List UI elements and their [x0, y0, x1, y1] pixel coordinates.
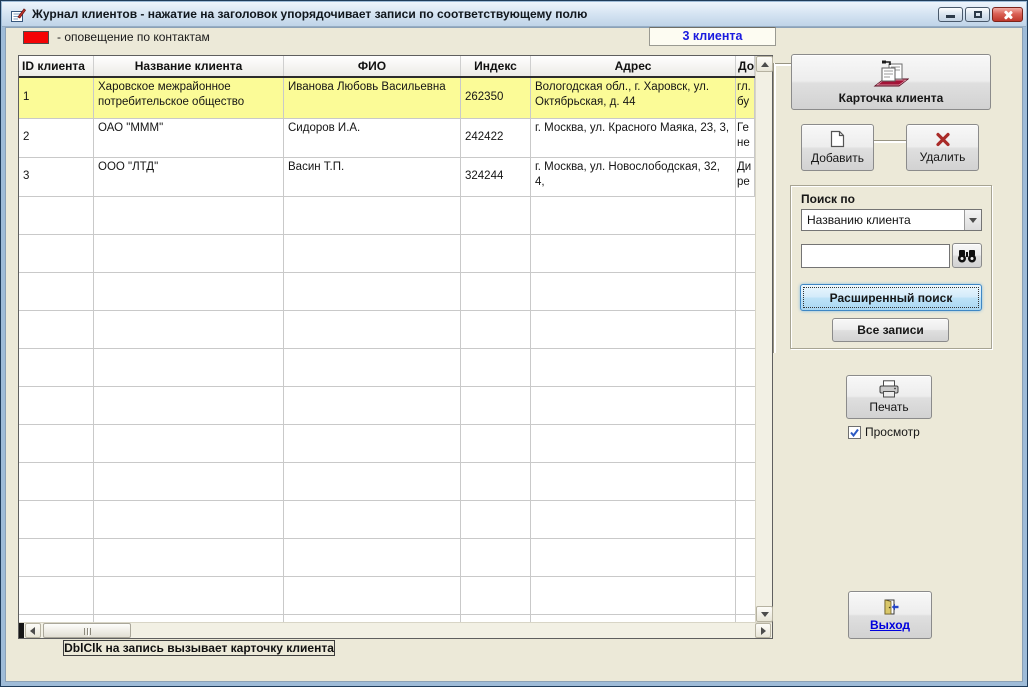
cell-address[interactable]: Вологодская обл., г. Харовск, ул. Октябр…	[531, 78, 736, 118]
door-exit-icon	[881, 598, 900, 616]
close-button[interactable]	[992, 7, 1023, 22]
table-row[interactable]: 2 ОАО "МММ" Сидоров И.А. 242422 г. Москв…	[19, 119, 755, 158]
cell-fio[interactable]: Сидоров И.А.	[284, 119, 461, 157]
minimize-button[interactable]	[938, 7, 963, 22]
grid-indicator-notch	[19, 623, 24, 638]
scroll-right-button[interactable]	[755, 623, 771, 638]
search-by-label: Поиск по	[801, 192, 855, 206]
clients-table: ID клиента Название клиента ФИО Индекс А…	[18, 55, 773, 639]
cell-fio[interactable]: Васин Т.П.	[284, 158, 461, 196]
cell-name[interactable]: ООО "ЛТД"	[94, 158, 284, 196]
card-file-icon	[873, 59, 909, 89]
cell-address[interactable]: г. Москва, ул. Новослободская, 32, 4,	[531, 158, 736, 196]
arrow-left-icon	[30, 627, 35, 635]
cell-position[interactable]: гл. бу	[736, 78, 755, 118]
vertical-scrollbar[interactable]	[755, 56, 772, 622]
preview-checkbox[interactable]	[848, 426, 861, 439]
cell-address[interactable]: г. Москва, ул. Красного Маяка, 23, 3,	[531, 119, 736, 157]
scroll-down-button[interactable]	[756, 606, 773, 622]
cell-position[interactable]: Ге не	[736, 119, 755, 157]
cell-index[interactable]: 242422	[461, 119, 531, 157]
cell-id[interactable]: 2	[19, 119, 94, 157]
client-count-badge: 3 клиента	[649, 27, 776, 46]
contact-alert-label: - оповещение по контактам	[57, 30, 210, 44]
column-header-fio[interactable]: ФИО	[284, 56, 461, 76]
dblclick-hint: DblClk на запись вызывает карточку клиен…	[63, 640, 335, 656]
all-records-label: Все записи	[857, 323, 924, 337]
printer-icon	[878, 380, 900, 398]
minimize-icon	[946, 15, 955, 18]
cell-index[interactable]: 324244	[461, 158, 531, 196]
all-records-button[interactable]: Все записи	[832, 318, 949, 342]
app-window: Журнал клиентов - нажатие на заголовок у…	[0, 0, 1028, 687]
table-row[interactable]: 3 ООО "ЛТД" Васин Т.П. 324244 г. Москва,…	[19, 158, 755, 197]
check-icon	[849, 427, 860, 438]
preview-check-row: Просмотр	[848, 425, 920, 439]
cell-fio[interactable]: Иванова Любовь Васильевна	[284, 78, 461, 118]
add-label: Добавить	[811, 151, 864, 165]
exit-label: Выход	[870, 618, 910, 632]
table-header-row: ID клиента Название клиента ФИО Индекс А…	[19, 56, 755, 78]
find-button[interactable]	[952, 243, 982, 268]
print-button[interactable]: Печать	[846, 375, 932, 419]
delete-label: Удалить	[920, 150, 966, 164]
cell-name[interactable]: Харовское межрайонное потребительское об…	[94, 78, 284, 118]
contact-alert-swatch	[23, 31, 49, 44]
panel-bevel-top	[775, 64, 791, 66]
column-header-id[interactable]: ID клиента	[19, 56, 94, 76]
cell-id[interactable]: 1	[19, 78, 94, 118]
preview-label: Просмотр	[865, 425, 920, 439]
chevron-down-icon	[969, 218, 977, 223]
column-header-name[interactable]: Название клиента	[94, 56, 284, 76]
advanced-search-button[interactable]: Расширенный поиск	[800, 284, 982, 311]
exit-button[interactable]: Выход	[848, 591, 932, 639]
app-icon	[9, 6, 27, 24]
delete-button[interactable]: Удалить	[906, 124, 979, 171]
advanced-search-label: Расширенный поиск	[830, 291, 953, 305]
combobox-dropdown-button[interactable]	[964, 210, 981, 230]
table-body: 1 Харовское межрайонное потребительское …	[19, 78, 755, 622]
column-header-address[interactable]: Адрес	[531, 56, 736, 76]
column-header-index[interactable]: Индекс	[461, 56, 531, 76]
arrow-right-icon	[761, 627, 766, 635]
empty-grid-rows	[19, 197, 755, 622]
title-bar[interactable]: Журнал клиентов - нажатие на заголовок у…	[2, 2, 1026, 27]
maximize-button[interactable]	[965, 7, 990, 22]
cell-index[interactable]: 262350	[461, 78, 531, 118]
cell-id[interactable]: 3	[19, 158, 94, 196]
scroll-up-button[interactable]	[756, 56, 773, 72]
scroll-left-button[interactable]	[25, 623, 41, 638]
cell-name[interactable]: ОАО "МММ"	[94, 119, 284, 157]
client-card-button[interactable]: Карточка клиента	[791, 54, 991, 110]
window-title: Журнал клиентов - нажатие на заголовок у…	[32, 7, 587, 21]
cell-position[interactable]: Ди ре	[736, 158, 755, 196]
panel-bevel-mid	[874, 141, 906, 143]
client-card-label: Карточка клиента	[839, 91, 944, 105]
binoculars-icon	[957, 249, 977, 263]
column-header-position[interactable]: Дол	[736, 56, 755, 76]
horizontal-scroll-thumb[interactable]	[43, 623, 131, 638]
search-field-combobox[interactable]: Названию клиента	[801, 209, 982, 231]
arrow-down-icon	[761, 612, 769, 617]
thumb-grip	[87, 628, 88, 635]
arrow-up-icon	[761, 62, 769, 67]
maximize-icon	[974, 11, 982, 18]
horizontal-scrollbar[interactable]	[19, 622, 772, 638]
search-input[interactable]	[801, 244, 950, 268]
table-row-selected[interactable]: 1 Харовское межрайонное потребительское …	[19, 78, 755, 119]
add-button[interactable]: Добавить	[801, 124, 874, 171]
panel-divider	[774, 63, 776, 353]
combobox-value: Названию клиента	[807, 213, 911, 227]
red-x-icon	[935, 132, 951, 147]
print-label: Печать	[869, 400, 908, 414]
new-page-icon	[830, 130, 845, 148]
